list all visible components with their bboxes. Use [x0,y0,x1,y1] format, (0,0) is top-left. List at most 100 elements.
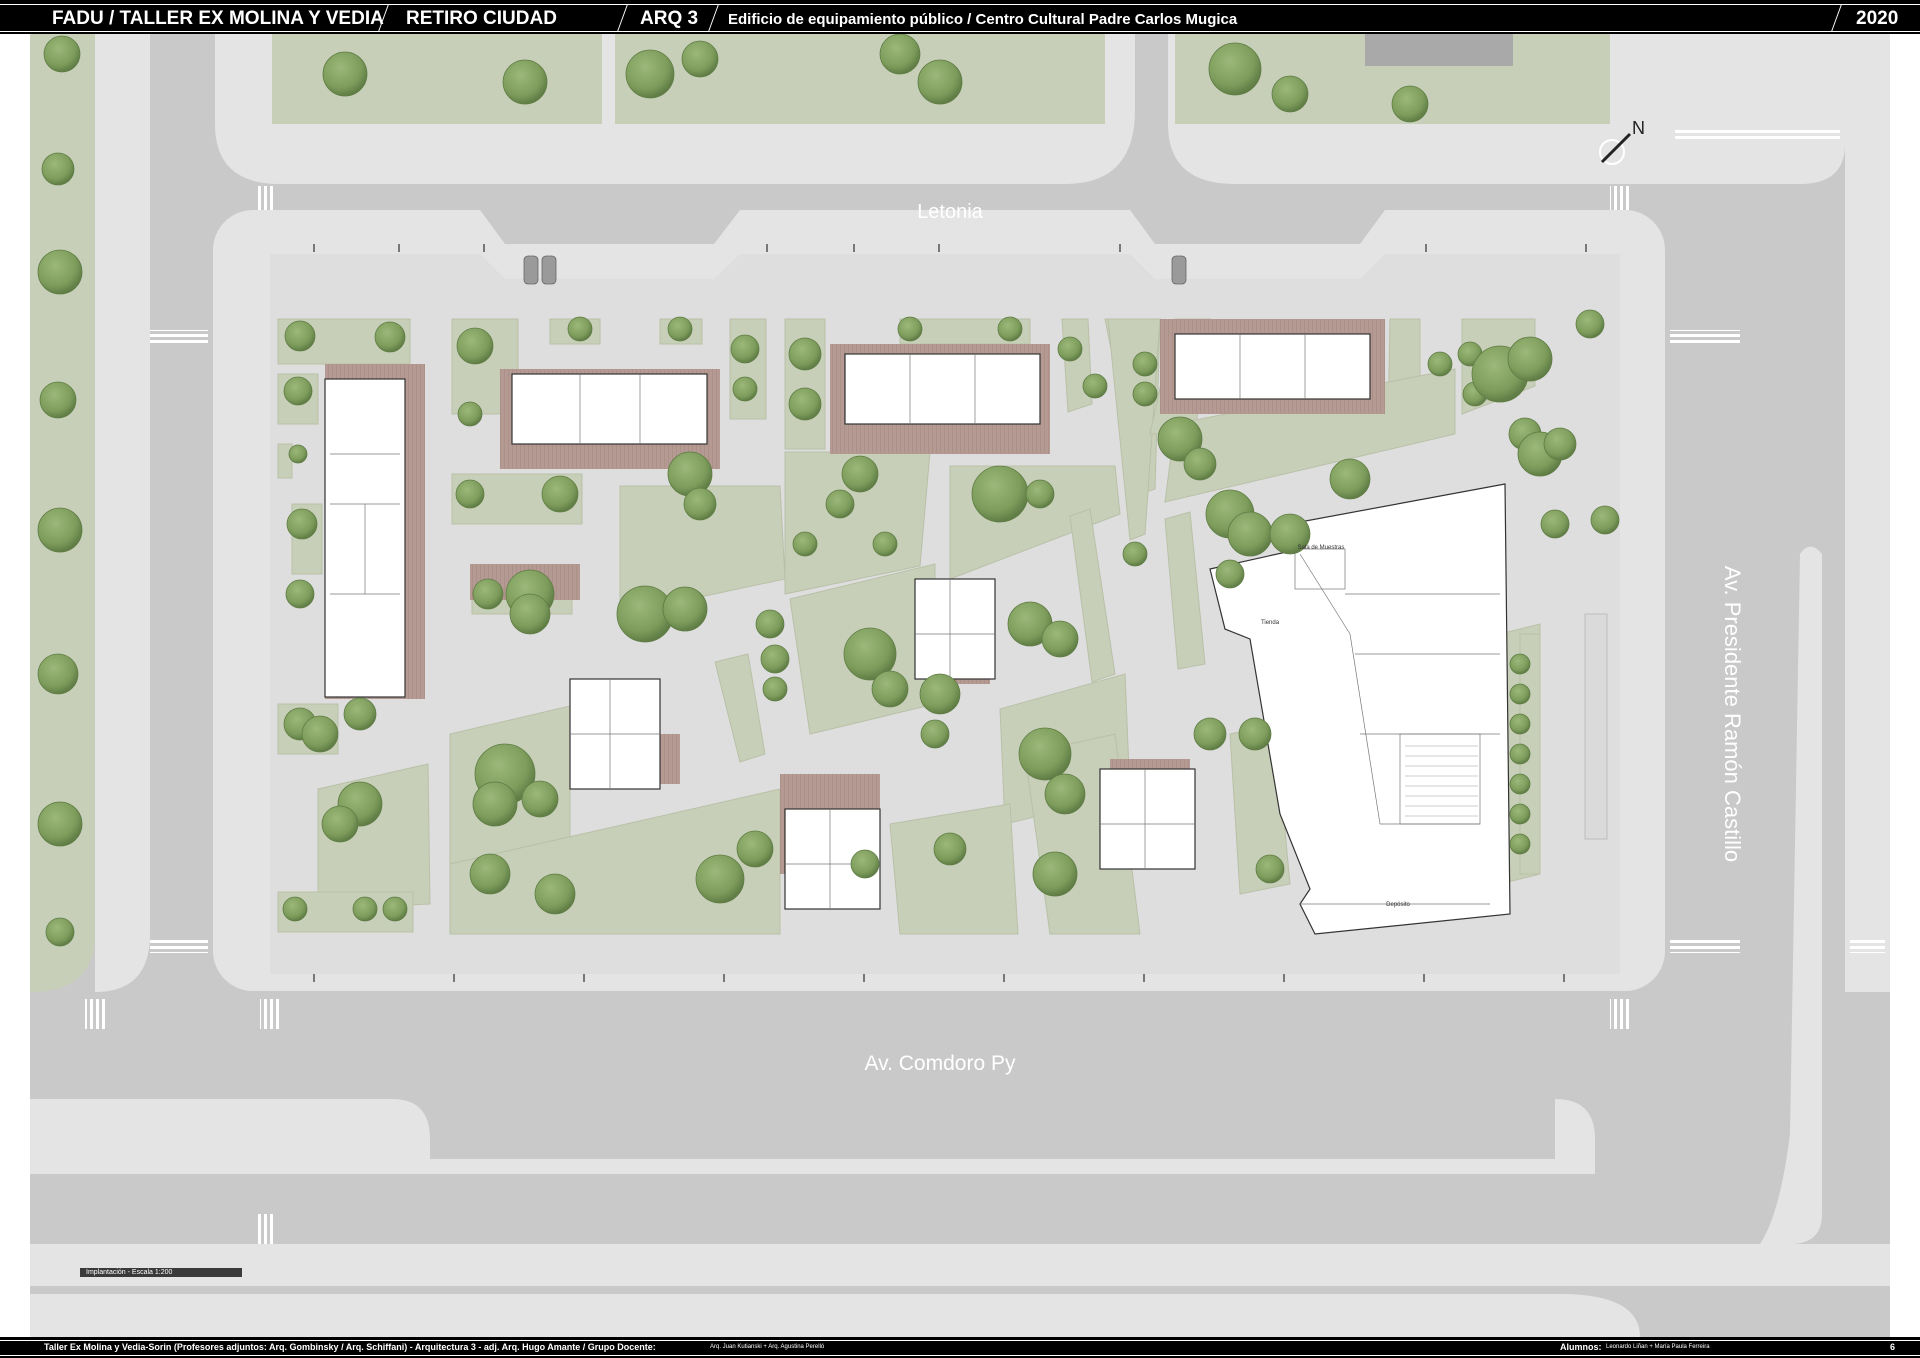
tree-icon [1041,620,1079,658]
tree-icon [1132,351,1158,377]
tree-icon [792,531,818,557]
tree-icon [45,917,75,947]
tree-icon [39,381,77,419]
room-label-tienda: Tienda [1261,620,1280,626]
tree-icon [1590,505,1620,535]
tree-icon [681,40,719,78]
tree-icon [920,719,950,749]
tree-icon [1509,803,1531,825]
tree-icon [1509,773,1531,795]
tree-icon [762,676,788,702]
tree-icon [1507,336,1553,382]
crosswalk [150,939,208,953]
tree-icon [37,653,79,695]
tree-icon [871,670,909,708]
tree-icon [1540,509,1570,539]
tree-icon [1082,373,1108,399]
tree-icon [1238,717,1272,751]
tree-icon [662,586,708,632]
tree-icon [760,644,790,674]
tree-icon [1329,458,1371,500]
footer-students-label: Alumnos: [1560,1342,1602,1352]
tree-icon [37,801,83,847]
drop-off-bay-1 [480,210,740,244]
tree-icon [1509,833,1531,855]
car-icon [523,255,539,285]
tree-icon [455,479,485,509]
header-site: RETIRO CIUDAD [406,8,557,29]
tree-icon [301,715,339,753]
north-green-1 [272,34,602,124]
crosswalk [85,999,105,1029]
tree-icon [283,376,313,406]
left-sidewalk [95,34,150,992]
tree-icon [1122,541,1148,567]
tree-icon [534,873,576,915]
left-frame [0,34,30,1337]
tree-icon [1183,447,1217,481]
tree-icon [788,337,822,371]
tree-icon [521,780,559,818]
tree-icon [41,152,75,186]
crosswalk [1610,999,1630,1029]
tree-icon [825,489,855,519]
tree-icon [736,830,774,868]
right-frame [1890,34,1920,1337]
tree-icon [1427,351,1453,377]
tree-icon [788,387,822,421]
footer-teachers: Arq. Juan Kutianski + Arq. Agustina Pere… [710,1344,825,1350]
crosswalk [1670,330,1740,344]
street-label-north: Letonia [917,201,983,223]
footer-students: Leonardo Liñan + María Paula Ferreira [1606,1344,1710,1350]
tree-icon [382,896,408,922]
tree-icon [469,853,511,895]
tree-icon [457,401,483,427]
sheet-footer: Taller Ex Molina y Vedia-Sorin (Profesor… [0,1337,1920,1358]
tree-icon [1509,713,1531,735]
tree-icon [1032,851,1078,897]
tree-icon [1271,75,1309,113]
header-year: 2020 [1856,8,1899,29]
north-arrow-label: N [1632,118,1645,138]
tree-icon [1509,653,1531,675]
south-block-left [30,1099,430,1174]
tree-icon [971,465,1029,523]
north-east-sidewalk [1845,34,1890,992]
tree-icon [1193,717,1227,751]
tree-icon [1543,427,1577,461]
tree-icon [879,34,921,75]
tree-icon [472,578,504,610]
street-label-east: Av. Presidente Ramón Castillo [1720,566,1745,862]
room-label-sala: Sala de Muestras [1298,545,1345,551]
tree-icon [625,49,675,99]
sheet-header: FADU / TALLER EX MOLINA Y VEDIA RETIRO C… [0,0,1920,34]
tree-icon [997,316,1023,342]
tree-icon [567,316,593,342]
tree-icon [456,327,494,365]
north-building [1365,34,1513,66]
crosswalk [1670,939,1740,953]
tree-icon [502,59,548,105]
drop-off-bay-2 [1130,210,1385,244]
south-block-mid [430,1159,1555,1174]
car-icon [541,255,557,285]
tree-icon [933,832,967,866]
tree-icon [374,321,406,353]
tree-icon [1018,727,1072,781]
tree-icon [1215,559,1245,589]
tree-icon [1057,336,1083,362]
east-platform [1584,613,1608,840]
tree-icon [919,673,961,715]
tree-icon [288,444,308,464]
tree-icon [1227,511,1273,557]
tree-icon [509,593,551,635]
tree-icon [667,316,693,342]
tree-icon [1575,309,1605,339]
tree-icon [541,475,579,513]
tree-icon [917,59,963,105]
room-label-deposito: Depósito [1386,902,1410,908]
tree-icon [732,376,758,402]
tree-icon [841,455,879,493]
tree-icon [322,51,368,97]
tree-icon [872,531,898,557]
